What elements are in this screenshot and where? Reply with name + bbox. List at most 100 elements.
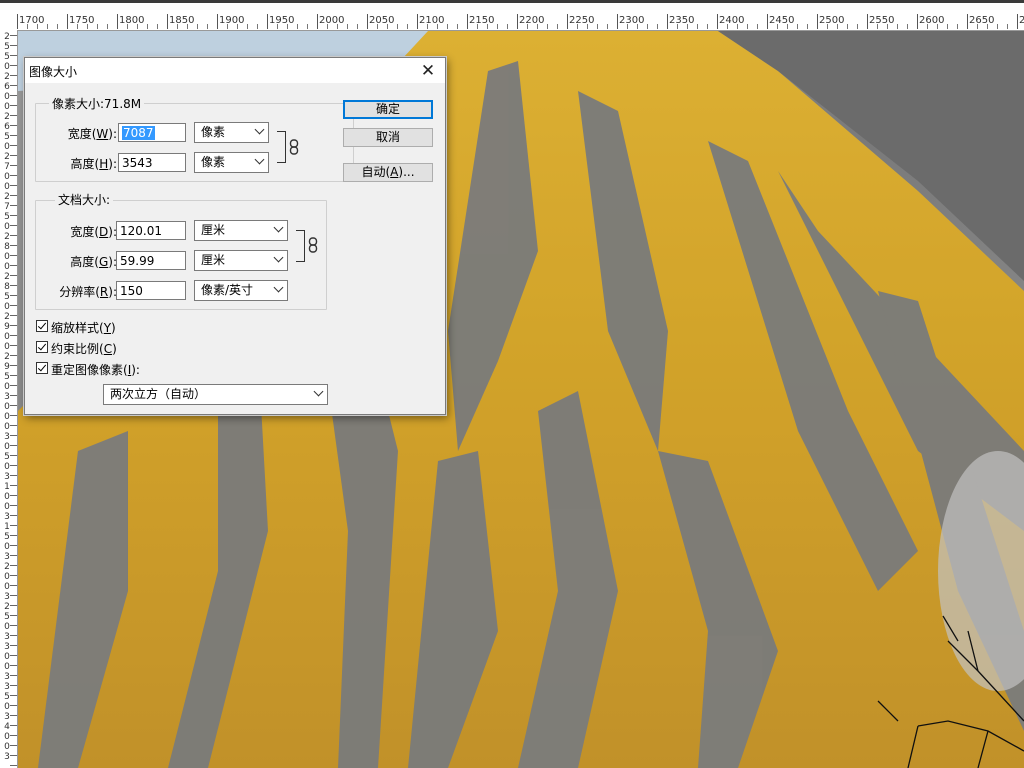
ruler-minor-tick [237, 24, 238, 29]
ruler-minor-tick [10, 665, 17, 666]
ruler-label: 2250 [569, 15, 595, 26]
vertical-ruler[interactable]: 2550260026502700275028002850290029503000… [0, 30, 18, 768]
ruler-minor-tick [657, 24, 658, 29]
ruler-minor-tick [177, 24, 178, 29]
dialog-title: 图像大小 [29, 65, 78, 79]
ruler-minor-tick [677, 24, 678, 29]
ruler-minor-tick [10, 285, 17, 286]
ruler-label: 2 [4, 562, 10, 572]
ruler-label: 3 [4, 752, 10, 762]
ok-button[interactable]: 确定 [343, 100, 433, 119]
doc-height-unit-select[interactable]: 厘米 [194, 250, 288, 271]
ruler-label: 5 [4, 612, 10, 622]
resample-image-label[interactable]: 重定图像像素(I): [51, 361, 140, 378]
ruler-minor-tick [10, 685, 17, 686]
ruler-minor-tick [10, 255, 17, 256]
ruler-minor-tick [597, 24, 598, 29]
ruler-minor-tick [907, 24, 908, 29]
auto-button[interactable]: 自动(A)... [343, 163, 433, 182]
ruler-minor-tick [97, 24, 98, 29]
pixel-width-unit-select[interactable]: 像素 [194, 122, 269, 143]
ruler-label: 9 [4, 322, 10, 332]
ruler-minor-tick [10, 405, 17, 406]
ruler-minor-tick [10, 45, 17, 46]
ruler-label: 8 [4, 242, 10, 252]
ruler-minor-tick [437, 24, 438, 29]
ruler-minor-tick [10, 565, 17, 566]
ruler-minor-tick [707, 24, 708, 29]
ruler-minor-tick [247, 24, 248, 29]
ruler-minor-tick [487, 24, 488, 29]
ruler-minor-tick [10, 365, 17, 366]
ruler-minor-tick [57, 24, 58, 29]
ruler-minor-tick [757, 24, 758, 29]
chevron-down-icon [273, 282, 284, 293]
ruler-minor-tick [357, 24, 358, 29]
ruler-minor-tick [10, 125, 17, 126]
chevron-down-icon [254, 154, 265, 165]
ruler-label: 0 [4, 62, 10, 72]
ruler-minor-tick [10, 135, 17, 136]
ruler-minor-tick [227, 24, 228, 29]
ruler-minor-tick [197, 24, 198, 29]
pixel-height-input[interactable]: 3543 [118, 153, 186, 172]
ruler-label: 1700 [19, 15, 45, 26]
resample-image-checkbox[interactable] [36, 362, 48, 374]
ruler-label: 0 [4, 702, 10, 712]
ruler-label: 0 [4, 332, 10, 342]
ruler-minor-tick [697, 24, 698, 29]
ruler-label: 3 [4, 432, 10, 442]
constrain-proportions-checkbox[interactable] [36, 341, 48, 353]
ruler-minor-tick [10, 375, 17, 376]
scale-styles-label[interactable]: 缩放样式(Y) [51, 319, 116, 336]
doc-height-input[interactable]: 59.99 [116, 251, 186, 270]
ruler-minor-tick [457, 24, 458, 29]
ruler-label: 0 [4, 542, 10, 552]
ruler-minor-tick [10, 95, 17, 96]
ruler-minor-tick [127, 24, 128, 29]
ruler-label: 1750 [69, 15, 95, 26]
ruler-label: 2550 [869, 15, 895, 26]
ruler-minor-tick [10, 415, 17, 416]
ruler-minor-tick [727, 24, 728, 29]
ruler-label: 0 [4, 732, 10, 742]
horizontal-ruler[interactable]: 1700 1750 1800 1850 1900 1950 2000 2050 2100 2150… [0, 0, 1024, 31]
constrain-proportions-label[interactable]: 约束比例(C) [51, 340, 117, 357]
ruler-label: 2350 [669, 15, 695, 26]
cancel-button[interactable]: 取消 [343, 128, 433, 147]
ruler-minor-tick [10, 725, 17, 726]
dialog-titlebar[interactable]: 图像大小 ✕ [25, 58, 445, 83]
scale-styles-checkbox[interactable] [36, 320, 48, 332]
ruler-minor-tick [10, 765, 17, 766]
ruler-minor-tick [407, 24, 408, 29]
pixel-height-unit-select[interactable]: 像素 [194, 152, 269, 173]
ruler-label: 2400 [719, 15, 745, 26]
ruler-label: 0 [4, 172, 10, 182]
pixel-width-input[interactable]: 7087 [118, 123, 186, 142]
ruler-minor-tick [10, 295, 17, 296]
ruler-minor-tick [10, 655, 17, 656]
close-icon[interactable]: ✕ [417, 60, 439, 82]
ruler-label: 0 [4, 252, 10, 262]
ruler-minor-tick [10, 735, 17, 736]
doc-width-input[interactable]: 120.01 [116, 221, 186, 240]
ruler-minor-tick [10, 505, 17, 506]
ruler-minor-tick [897, 24, 898, 29]
ruler-minor-tick [10, 265, 17, 266]
ruler-minor-tick [507, 24, 508, 29]
ruler-label: 1900 [219, 15, 245, 26]
ruler-label: 9 [4, 362, 10, 372]
ruler-minor-tick [10, 645, 17, 646]
doc-width-unit-select[interactable]: 厘米 [194, 220, 288, 241]
resolution-unit-select[interactable]: 像素/英寸 [194, 280, 288, 301]
chain-link-icon [308, 237, 318, 253]
ruler-minor-tick [797, 24, 798, 29]
ruler-minor-tick [10, 695, 17, 696]
ruler-minor-tick [10, 115, 17, 116]
ruler-minor-tick [10, 515, 17, 516]
ruler-minor-tick [10, 555, 17, 556]
doc-height-label: 高度(G): [70, 255, 117, 269]
ruler-minor-tick [377, 24, 378, 29]
resample-method-select[interactable]: 两次立方（自动） [103, 384, 328, 405]
resolution-input[interactable]: 150 [116, 281, 186, 300]
